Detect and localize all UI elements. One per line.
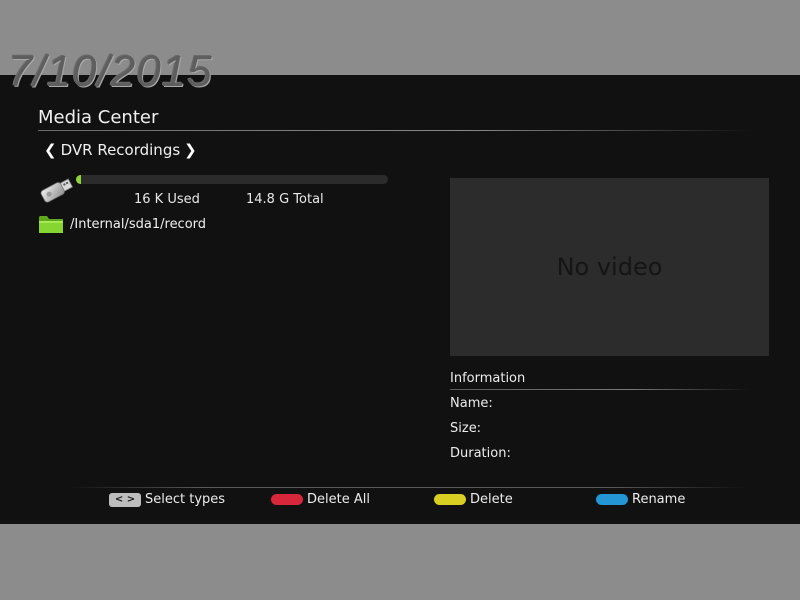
- chevron-right-icon[interactable]: ❯: [184, 141, 197, 159]
- date-stamp: 7/10/2015: [8, 47, 213, 96]
- chevron-left-icon[interactable]: ❮: [44, 141, 57, 159]
- folder-path: /Internal/sda1/record: [70, 216, 207, 232]
- title-divider: [38, 130, 753, 131]
- red-key-icon: [271, 494, 303, 505]
- left-right-key-icon: < >: [109, 492, 141, 507]
- info-name-label: Name:: [450, 396, 493, 411]
- video-preview: No video: [450, 178, 769, 356]
- usb-drive-icon: [40, 178, 74, 203]
- storage-total-value: 14.8 G: [246, 192, 290, 207]
- delete-all-button[interactable]: Delete All: [271, 492, 370, 507]
- media-type-label: DVR Recordings: [60, 141, 181, 159]
- storage-used-value: 16 K: [134, 192, 164, 207]
- info-duration-label: Duration:: [450, 446, 511, 461]
- yellow-key-icon: [434, 494, 466, 505]
- storage-total-label: Total: [293, 192, 324, 207]
- information-divider: [450, 389, 750, 390]
- media-center-screen: Media Center ❮ DVR Recordings ❯ 16 K Use…: [0, 75, 800, 524]
- select-types-hint[interactable]: < > Select types: [109, 492, 225, 507]
- media-type-selector[interactable]: ❮ DVR Recordings ❯: [44, 141, 197, 159]
- information-heading: Information: [450, 371, 526, 386]
- storage-used: 16 K Used: [134, 192, 200, 207]
- delete-label: Delete: [470, 492, 513, 507]
- no-video-text: No video: [556, 253, 663, 281]
- delete-all-label: Delete All: [307, 492, 370, 507]
- folder-row[interactable]: /Internal/sda1/record: [38, 213, 206, 235]
- rename-button[interactable]: Rename: [596, 492, 685, 507]
- storage-total: 14.8 G Total: [246, 192, 324, 207]
- folder-icon: [39, 216, 63, 233]
- delete-button[interactable]: Delete: [434, 492, 513, 507]
- select-types-label: Select types: [145, 492, 226, 507]
- blue-key-icon: [596, 494, 628, 505]
- page-title: Media Center: [38, 107, 159, 128]
- footer-divider: [70, 487, 745, 488]
- rename-label: Rename: [632, 492, 686, 507]
- storage-usage-bar: [76, 175, 388, 184]
- storage-used-label: Used: [167, 192, 200, 207]
- info-size-label: Size:: [450, 421, 482, 436]
- storage-usage-fill: [76, 175, 81, 184]
